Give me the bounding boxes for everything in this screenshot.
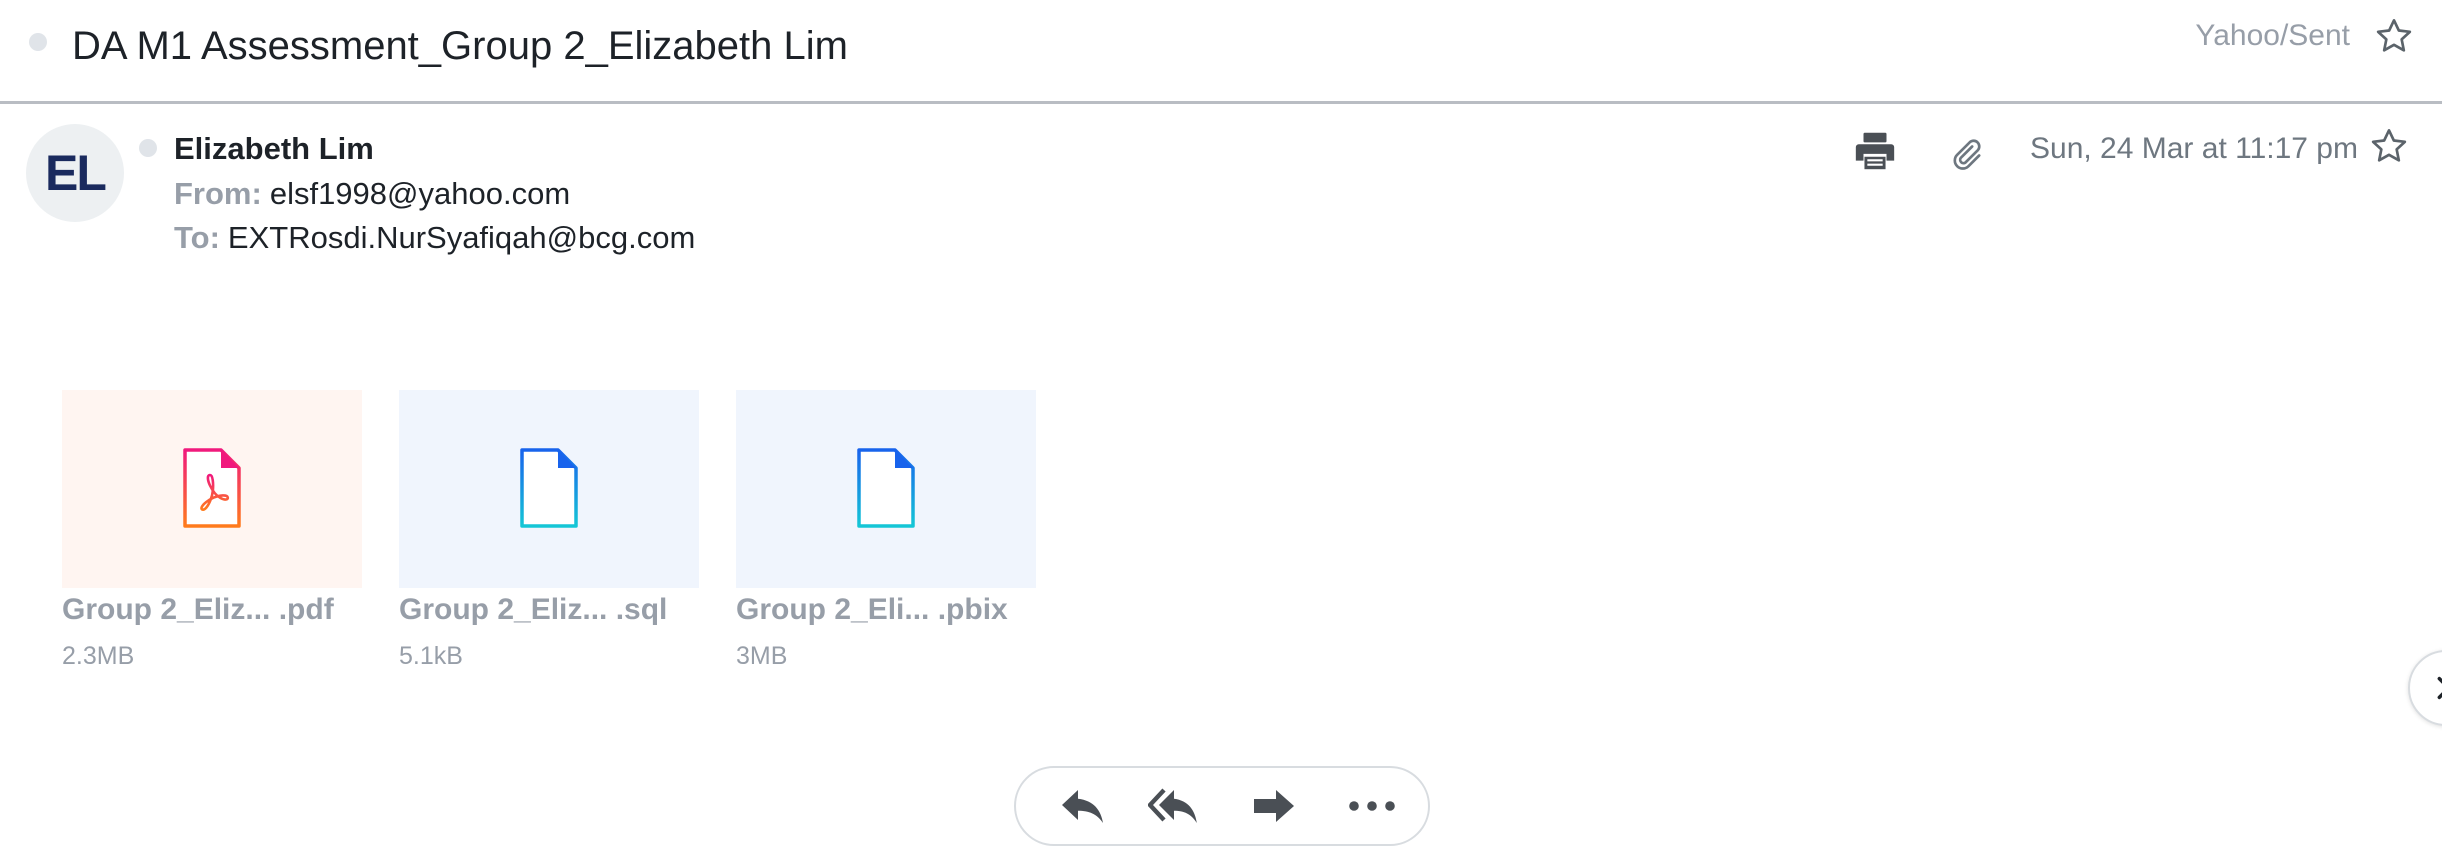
email-subject: DA M1 Assessment_Group 2_Elizabeth Lim — [72, 24, 848, 68]
more-button[interactable] — [1346, 782, 1398, 830]
from-address[interactable]: elsf1998@yahoo.com — [270, 176, 570, 211]
file-icon — [520, 448, 578, 528]
unread-dot[interactable] — [29, 33, 47, 51]
subject-bar: DA M1 Assessment_Group 2_Elizabeth Lim Y… — [0, 0, 2442, 103]
reply-all-icon — [1148, 788, 1197, 823]
to-row: To: EXTRosdi.NurSyafiqah@bcg.com — [174, 218, 695, 258]
printer-icon[interactable] — [1852, 128, 1898, 174]
file-icon — [857, 448, 915, 528]
message-action-bar — [1014, 766, 1430, 846]
forward-icon — [1254, 790, 1294, 822]
sender-name[interactable]: Elizabeth Lim — [174, 129, 374, 169]
attachment-size: 3MB — [736, 642, 788, 670]
attachment-card[interactable]: Group 2_Eli... .pbix 3MB — [736, 390, 1036, 670]
more-horizontal-icon — [1349, 801, 1395, 811]
attachment-size: 2.3MB — [62, 642, 135, 670]
star-icon[interactable] — [2374, 16, 2414, 56]
pdf-file-icon — [183, 448, 241, 528]
attachment-name[interactable]: Group 2_Eliz... .sql — [399, 590, 667, 630]
subject-divider — [0, 101, 2442, 104]
chevron-right-icon — [2437, 676, 2442, 700]
forward-button[interactable] — [1248, 782, 1300, 830]
attachment-card[interactable]: Group 2_Eliz... .pdf 2.3MB — [62, 390, 362, 670]
attachment-name[interactable]: Group 2_Eli... .pbix — [736, 590, 1008, 630]
attachment-card[interactable]: Group 2_Eliz... .sql 5.1kB — [399, 390, 699, 670]
from-label: From: — [174, 176, 262, 211]
attachment-name[interactable]: Group 2_Eliz... .pdf — [62, 590, 334, 630]
paperclip-icon — [1948, 134, 1988, 174]
reply-icon — [1062, 790, 1103, 823]
message-date: Sun, 24 Mar at 11:17 pm — [2030, 132, 2358, 165]
avatar[interactable]: EL — [26, 124, 124, 222]
next-attachment-button[interactable] — [2408, 650, 2442, 726]
reply-all-button[interactable] — [1148, 782, 1200, 830]
attachment-thumbnail[interactable] — [736, 390, 1036, 588]
reply-button[interactable] — [1058, 782, 1110, 830]
avatar-initials: EL — [45, 145, 107, 201]
star-icon[interactable] — [2369, 126, 2409, 166]
presence-dot — [139, 139, 157, 157]
folder-label[interactable]: Yahoo/Sent — [2195, 16, 2350, 56]
attachment-size: 5.1kB — [399, 642, 463, 670]
attachment-thumbnail[interactable] — [399, 390, 699, 588]
to-label: To: — [174, 220, 220, 255]
from-row: From: elsf1998@yahoo.com — [174, 174, 570, 214]
attachment-thumbnail[interactable] — [62, 390, 362, 588]
to-address[interactable]: EXTRosdi.NurSyafiqah@bcg.com — [228, 220, 695, 255]
